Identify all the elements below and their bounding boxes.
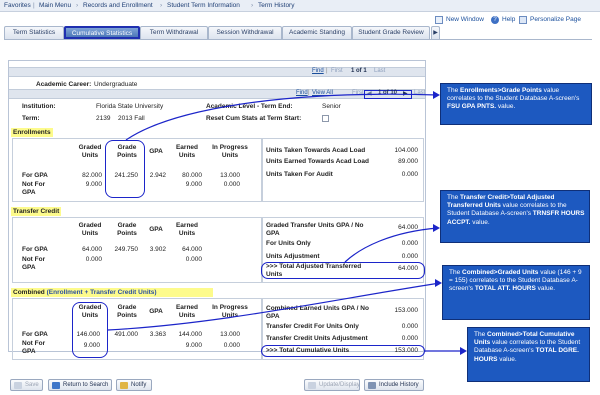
callout-total-cumulative-units: The Combined>Total Cumulative Units valu… (467, 327, 590, 382)
connector-line-3 (107, 282, 441, 331)
arrowhead-1 (433, 91, 440, 99)
callout-combined-graded-units: The Combined>Graded Units value (146 + 9… (442, 265, 590, 320)
arrowhead-2 (433, 224, 440, 232)
connector-line-2 (344, 227, 439, 263)
callout-transfer-units: The Transfer Credit>Total Adjusted Trans… (440, 190, 590, 243)
arrowhead-4 (460, 347, 467, 355)
arrowhead-3 (435, 279, 442, 287)
connector-line-1 (125, 93, 439, 141)
callout-grade-points: The Enrollments>Grade Points value corre… (440, 83, 592, 125)
